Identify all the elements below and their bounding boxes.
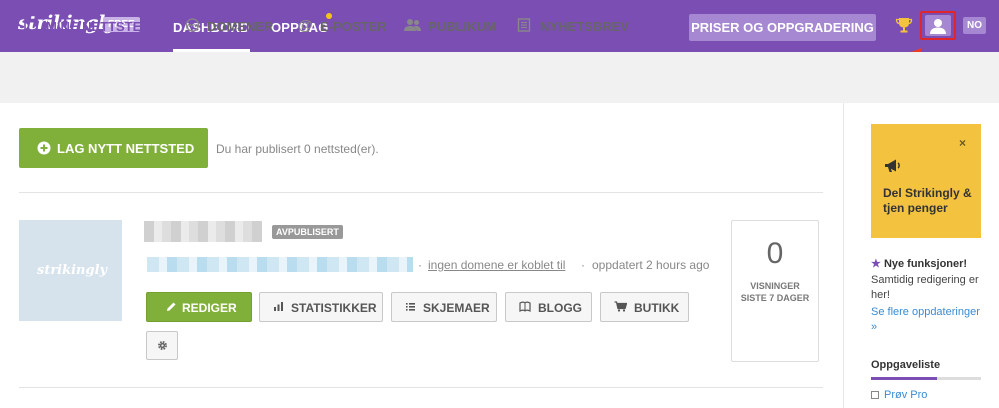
plus-circle-icon [37,141,51,155]
trophy-icon[interactable] [895,16,913,34]
features-description: Samtidig redigering er her! [871,274,979,301]
features-heading: Nye funksjoner! [883,258,968,270]
meta-separator: · [581,258,585,272]
task-label: Prøv Pro [884,389,928,401]
site-url-blurred[interactable] [147,257,413,272]
sub-navigation [0,52,999,103]
tab-newsletter[interactable]: NYHETSBREV [517,18,629,34]
tab-label: NYHETSBREV [540,19,629,34]
window-icon [24,18,38,32]
thumbnail-logo: strikingly [37,263,108,278]
edit-button[interactable]: REDIGER [146,292,252,322]
connect-domain-link[interactable]: ingen domene er koblet til [428,258,565,272]
promo-close-button[interactable]: × [959,136,966,150]
promo-title: Del Strikingly & tjen penger [883,186,972,215]
sidebar-divider [843,103,844,408]
store-button[interactable]: BUTIKK [600,292,689,322]
forms-button[interactable]: SKJEMAER [391,292,497,322]
www-icon: www [186,18,200,32]
svg-text:www: www [186,23,199,29]
active-tab-indicator [22,48,161,51]
task-progress-fill [871,377,937,380]
user-account-button[interactable] [920,11,956,40]
site-settings-button[interactable] [146,331,178,360]
tab-my-sites[interactable]: MINE NETTSTEDER [24,18,169,34]
statistics-button[interactable]: STATISTIKKER [259,292,383,322]
book-icon [519,301,531,312]
pricing-upgrade-button[interactable]: PRISER OG OPPGRADERING [689,14,876,41]
button-label: SKJEMAER [423,301,490,315]
see-more-updates-link[interactable]: Se flere oppdateringer » [871,305,981,335]
button-label: REDIGER [182,301,237,315]
at-icon: @ [298,17,313,34]
meta-separator: · [418,258,422,272]
divider [19,387,823,388]
tab-audience[interactable]: PUBLIKUM [404,19,497,34]
user-icon [930,19,946,34]
blog-button[interactable]: BLOGG [505,292,592,322]
pencil-icon [167,302,176,311]
divider [19,192,823,193]
star-icon: ★ [871,258,881,270]
site-name-blurred[interactable] [144,221,262,242]
task-list-title: Oppgaveliste [871,359,941,371]
status-badge: AVPUBLISERT [272,225,343,239]
task-progress-bar [871,377,981,380]
users-icon [404,19,421,31]
language-selector[interactable]: NO [963,17,986,34]
tab-label: PUBLIKUM [428,19,497,34]
views-count: 0 [766,237,784,270]
button-label: BLOGG [538,301,582,315]
shopping-cart-icon [614,301,627,312]
published-count-text: Du har publisert 0 nettsted(er). [216,142,379,156]
task-item-try-pro[interactable]: Prøv Pro [871,389,927,401]
last-updated-text: oppdatert 2 hours ago [592,258,710,272]
tab-emails[interactable]: @ E-POSTER [298,17,387,34]
button-label: STATISTIKKER [291,301,377,315]
button-label: BUTIKK [634,301,680,315]
views-counter-box: 0 VISNINGER SISTE 7 DAGER [731,220,819,362]
new-features-title: ★ Nye funksjoner! [871,257,967,270]
views-label-line1: VISNINGER [750,281,800,291]
tab-label: E-POSTER [320,19,387,34]
checkbox[interactable] [871,391,879,399]
views-label: VISNINGER SISTE 7 DAGER [732,280,818,304]
newsletter-icon [517,18,531,32]
bar-chart-icon [274,302,283,311]
tab-label: DOMENER [207,19,274,34]
megaphone-icon [885,159,900,172]
gear-icon [157,340,168,351]
tab-domains[interactable]: www DOMENER [184,18,274,34]
tab-label: MINE NETTSTEDER [46,19,169,34]
views-label-line2: SISTE 7 DAGER [740,293,810,303]
list-icon [406,303,415,311]
